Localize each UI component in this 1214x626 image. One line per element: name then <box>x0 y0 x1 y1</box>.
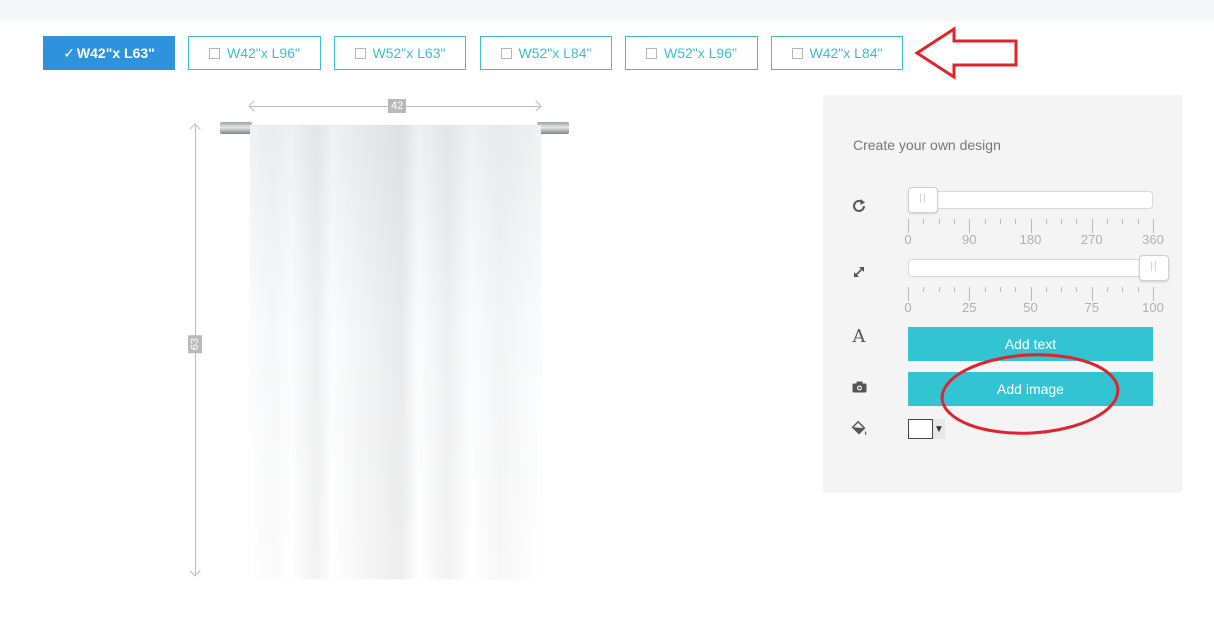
rotate-slider-handle[interactable] <box>908 187 938 213</box>
rotate-major-tick <box>1153 219 1154 233</box>
curtain-rod-left <box>220 122 252 134</box>
resize-icon <box>850 263 868 281</box>
checkmark-icon: ✓ <box>63 44 75 61</box>
rotate-major-tick <box>969 219 971 233</box>
size-option-label: W52"x L96" <box>664 45 737 61</box>
size-option-label: W42"x L84" <box>809 45 883 61</box>
scale-slider-tick-labels: 0 25 50 75 100 <box>904 300 1163 315</box>
size-option-w52-l84[interactable]: W52"x L84" <box>480 36 612 70</box>
panel-title: Create your own design <box>853 137 1001 153</box>
checkbox-icon <box>209 47 220 59</box>
size-option-label: W42"x L96" <box>227 45 300 61</box>
rotate-major-tick <box>1030 219 1032 233</box>
rotate-tick-label: 270 <box>1080 232 1103 247</box>
checkbox-icon <box>646 47 657 59</box>
scale-major-tick <box>1091 287 1093 301</box>
scale-minor-tick <box>999 287 1001 292</box>
curtain-image <box>250 125 541 579</box>
height-dimension-label: 63 <box>188 335 202 354</box>
checkbox-icon <box>354 47 366 59</box>
paint-bucket-icon <box>850 420 868 438</box>
scale-major-tick <box>908 287 909 301</box>
rotate-tick-label: 360 <box>1142 232 1164 247</box>
annotation-arrow <box>914 26 1018 80</box>
scale-minor-tick <box>984 287 986 292</box>
rotate-slider[interactable] <box>908 187 1153 213</box>
rotate-minor-tick <box>1061 219 1063 224</box>
scale-major-tick <box>1030 287 1032 301</box>
rotate-minor-tick <box>953 219 955 224</box>
curtain-rod-right <box>537 122 569 134</box>
scale-minor-tick <box>923 287 925 292</box>
width-dimension-label: 42 <box>388 99 407 113</box>
scale-minor-tick <box>1122 287 1124 292</box>
rotate-minor-tick <box>1137 219 1139 224</box>
checkbox-icon <box>500 47 512 59</box>
scale-minor-tick <box>938 287 940 292</box>
camera-icon <box>850 378 868 396</box>
size-option-label: W52"x L63" <box>372 45 446 61</box>
scale-major-tick <box>969 287 971 301</box>
size-option-label: W52"x L84" <box>518 45 592 61</box>
rotate-tick-label: 180 <box>1019 232 1042 247</box>
size-option-w42-l84[interactable]: W42"x L84" <box>771 36 903 70</box>
size-option-w52-l63[interactable]: W52"x L63" <box>334 36 466 70</box>
curtain-preview: 42 63 <box>180 95 580 595</box>
scale-minor-tick <box>1137 287 1139 292</box>
scale-slider-handle[interactable] <box>1139 255 1169 281</box>
rotate-slider-ticks <box>908 219 1154 233</box>
scale-minor-tick <box>1045 287 1047 292</box>
rotate-minor-tick <box>999 219 1001 224</box>
scale-tick-label: 50 <box>1023 300 1038 315</box>
rotate-icon <box>850 197 868 215</box>
rotate-minor-tick <box>1015 219 1017 224</box>
scale-tick-label: 100 <box>1142 300 1164 315</box>
size-option-w42-l63[interactable]: ✓ W42"x L63" <box>43 36 175 70</box>
text-icon: A <box>852 325 866 347</box>
rotate-major-tick <box>908 219 909 233</box>
scale-minor-tick <box>1076 287 1078 292</box>
checkbox-icon <box>791 47 803 59</box>
size-option-w42-l96[interactable]: W42"x L96" <box>188 36 321 70</box>
scale-minor-tick <box>953 287 955 292</box>
scale-minor-tick <box>1061 287 1063 292</box>
rotate-minor-tick <box>938 219 940 224</box>
rotate-minor-tick <box>923 219 925 224</box>
scale-slider-ticks <box>908 287 1154 301</box>
scale-tick-label: 75 <box>1084 300 1099 315</box>
scale-tick-label: 25 <box>962 300 977 315</box>
rotate-slider-tick-labels: 0 90 180 270 360 <box>904 232 1163 247</box>
top-bar <box>0 0 1214 21</box>
size-option-label: W42"x L63" <box>76 45 155 61</box>
fill-color-swatch[interactable] <box>908 419 933 439</box>
rotate-minor-tick <box>984 219 986 224</box>
size-option-w52-l96[interactable]: W52"x L96" <box>625 36 758 70</box>
rotate-minor-tick <box>1045 219 1047 224</box>
rotate-tick-label: 0 <box>904 232 912 247</box>
rotate-major-tick <box>1091 219 1093 233</box>
scale-tick-label: 0 <box>904 300 912 315</box>
rotate-minor-tick <box>1076 219 1078 224</box>
annotation-ellipse <box>940 353 1120 435</box>
rotate-minor-tick <box>1107 219 1109 224</box>
scale-minor-tick <box>1107 287 1109 292</box>
rotate-tick-label: 90 <box>962 232 977 247</box>
scale-minor-tick <box>1015 287 1017 292</box>
scale-major-tick <box>1153 287 1154 301</box>
rotate-minor-tick <box>1122 219 1124 224</box>
scale-slider[interactable] <box>908 255 1169 281</box>
